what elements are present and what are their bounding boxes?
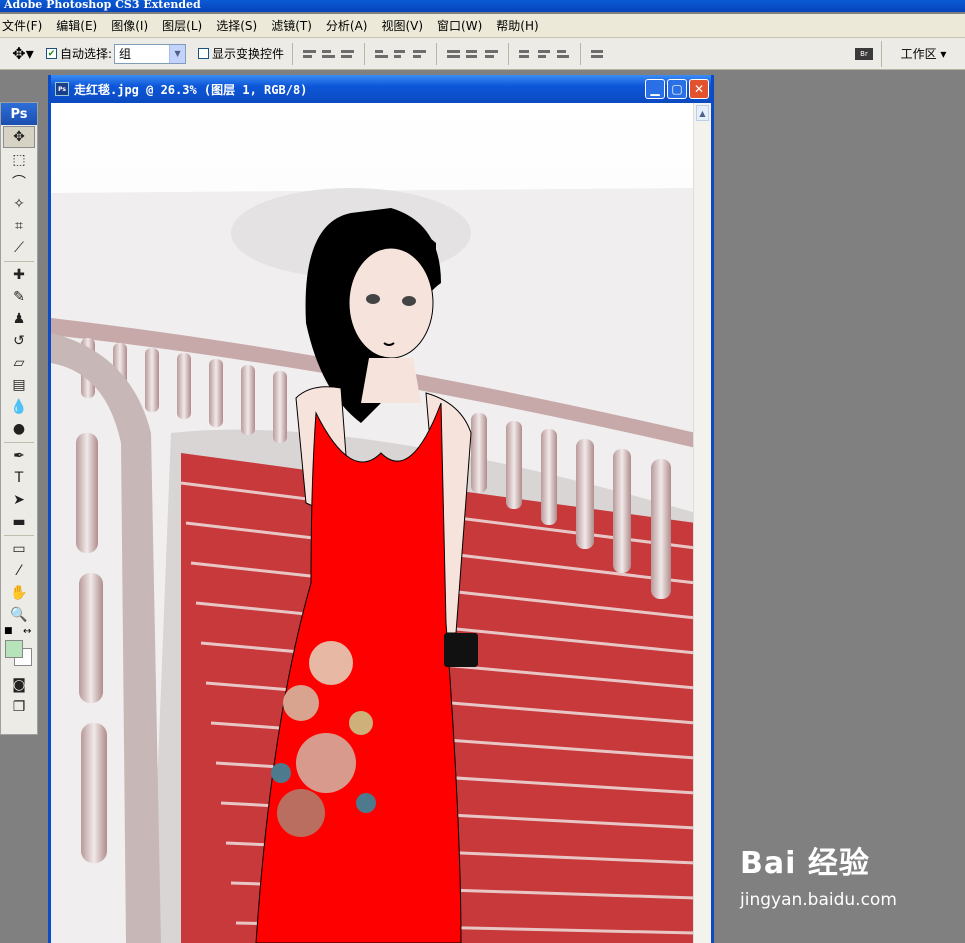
document-canvas[interactable] xyxy=(51,103,696,943)
show-transform-checkbox[interactable] xyxy=(198,48,210,59)
watermark-logo: Bai 经验 xyxy=(740,846,870,881)
baidu-watermark: Bai 经验 jingyan.baidu.com xyxy=(740,838,930,928)
separator xyxy=(4,261,34,262)
gradient-tool-icon[interactable]: ▤ xyxy=(1,374,37,396)
separator xyxy=(508,42,510,65)
menu-file[interactable]: 文件(F) xyxy=(0,17,49,34)
auto-select-label: 自动选择: xyxy=(60,47,113,61)
show-transform-label: 显示变换控件 xyxy=(212,47,285,61)
align-group-2 xyxy=(375,47,427,61)
eraser-tool-icon[interactable]: ▱ xyxy=(1,352,37,374)
eyedropper-tool-icon[interactable]: ⁄ xyxy=(1,560,37,582)
workspace-label: 工作区 xyxy=(900,47,937,61)
close-button[interactable]: ✕ xyxy=(689,79,709,99)
type-tool-icon[interactable]: T xyxy=(1,467,37,489)
notes-tool-icon[interactable]: ▭ xyxy=(1,538,37,560)
tools-panel: Ps ✥ ⬚ ⌒ ✧ ⌗ ⟋ ✚ ✎ ♟ ↺ ▱ ▤ 💧 ● ✒ T ➤ ▬ ▭… xyxy=(0,102,38,735)
auto-select-value: 组 xyxy=(119,47,132,61)
separator xyxy=(580,42,582,65)
blur-tool-icon[interactable]: 💧 xyxy=(1,396,37,418)
color-swatches: ■ ↔ xyxy=(1,626,37,674)
distribute-bottom-icon[interactable] xyxy=(485,47,499,61)
watermark-url: jingyan.baidu.com xyxy=(740,890,897,910)
chevron-down-icon: ▼ xyxy=(169,44,186,63)
document-title: 走红毯.jpg @ 26.3% (图层 1, RGB/8) xyxy=(74,82,308,97)
distribute-hcenter-icon[interactable] xyxy=(538,47,551,61)
zoom-tool-icon[interactable]: 🔍 xyxy=(1,604,37,626)
move-tool-icon[interactable]: ✥ xyxy=(3,126,35,148)
window-controls: ▁ ▢ ✕ xyxy=(645,79,711,99)
auto-align-layers-icon[interactable] xyxy=(591,47,604,61)
canvas-artwork xyxy=(51,103,696,943)
menu-select[interactable]: 选择(S) xyxy=(209,17,264,34)
menu-view[interactable]: 视图(V) xyxy=(374,17,430,34)
distribute-vcenter-icon[interactable] xyxy=(466,47,479,61)
bridge-icon: Br xyxy=(855,47,873,60)
clone-stamp-tool-icon[interactable]: ♟ xyxy=(1,308,37,330)
menu-window[interactable]: 窗口(W) xyxy=(430,17,489,34)
default-colors-icon[interactable]: ■ xyxy=(4,626,13,636)
menu-analysis[interactable]: 分析(A) xyxy=(319,17,375,34)
workspace-button[interactable]: 工作区 ▾ xyxy=(881,40,965,67)
shape-tool-icon[interactable]: ▬ xyxy=(1,511,37,533)
auto-select-checkbox[interactable]: ✔ xyxy=(46,48,57,59)
vertical-scrollbar[interactable]: ▲ xyxy=(693,103,711,943)
ps-logo: Ps xyxy=(1,103,37,125)
separator xyxy=(4,442,34,443)
auto-select-dropdown[interactable]: 组 ▼ xyxy=(114,43,187,64)
distribute-group xyxy=(447,47,499,61)
crop-tool-icon[interactable]: ⌗ xyxy=(1,215,37,237)
align-top-icon[interactable] xyxy=(303,47,317,61)
separator xyxy=(292,42,294,65)
hand-tool-icon[interactable]: ✋ xyxy=(1,582,37,604)
align-vcenter-icon[interactable] xyxy=(322,47,336,61)
menu-layer[interactable]: 图层(L) xyxy=(155,17,209,34)
clutch-bag xyxy=(444,633,478,667)
scroll-up-icon[interactable]: ▲ xyxy=(696,105,709,121)
pen-tool-icon[interactable]: ✒ xyxy=(1,445,37,467)
app-title-bar: Adobe Photoshop CS3 Extended xyxy=(0,0,965,12)
maximize-button[interactable]: ▢ xyxy=(667,79,687,99)
minimize-button[interactable]: ▁ xyxy=(645,79,665,99)
menu-edit[interactable]: 编辑(E) xyxy=(49,17,104,34)
slice-tool-icon[interactable]: ⟋ xyxy=(1,237,37,259)
chevron-down-icon: ▾ xyxy=(936,46,947,61)
menu-filter[interactable]: 滤镜(T) xyxy=(264,17,319,34)
quick-mask-icon[interactable]: ◙ xyxy=(1,674,37,696)
separator xyxy=(364,42,366,65)
history-brush-tool-icon[interactable]: ↺ xyxy=(1,330,37,352)
menu-image[interactable]: 图像(I) xyxy=(104,17,155,34)
auto-align-group xyxy=(591,47,604,61)
menu-help[interactable]: 帮助(H) xyxy=(489,17,545,34)
align-right-icon[interactable] xyxy=(413,47,427,61)
align-bottom-icon[interactable] xyxy=(341,47,355,61)
document-window: Ps 走红毯.jpg @ 26.3% (图层 1, RGB/8) ▁ ▢ ✕ ▲ xyxy=(48,75,714,943)
separator xyxy=(436,42,438,65)
app-title: Adobe Photoshop CS3 Extended xyxy=(4,0,201,11)
ps-file-icon: Ps xyxy=(55,82,69,96)
move-tool-preset-icon[interactable]: ✥▾ xyxy=(0,40,46,68)
foreground-color-swatch[interactable] xyxy=(5,640,23,658)
marquee-tool-icon[interactable]: ⬚ xyxy=(1,149,37,171)
distribute-group-2 xyxy=(519,47,570,61)
screen-mode-icon[interactable]: ❐ xyxy=(1,696,37,718)
brush-tool-icon[interactable]: ✎ xyxy=(1,286,37,308)
swap-colors-icon[interactable]: ↔ xyxy=(23,626,31,637)
path-selection-tool-icon[interactable]: ➤ xyxy=(1,489,37,511)
align-group xyxy=(303,47,355,61)
separator xyxy=(4,535,34,536)
document-title-bar[interactable]: Ps 走红毯.jpg @ 26.3% (图层 1, RGB/8) ▁ ▢ ✕ xyxy=(51,75,711,103)
magic-wand-tool-icon[interactable]: ✧ xyxy=(1,193,37,215)
lasso-tool-icon[interactable]: ⌒ xyxy=(1,171,37,193)
options-bar: ✥▾ ✔ 自动选择: 组 ▼ 显示变换控件 Br 工作区 ▾ xyxy=(0,38,965,70)
distribute-right-icon[interactable] xyxy=(557,47,570,61)
bridge-button[interactable]: Br xyxy=(847,42,881,66)
dodge-tool-icon[interactable]: ● xyxy=(1,418,37,440)
align-hcenter-icon[interactable] xyxy=(394,47,407,61)
menu-bar: 文件(F) 编辑(E) 图像(I) 图层(L) 选择(S) 滤镜(T) 分析(A… xyxy=(0,14,965,38)
distribute-left-icon[interactable] xyxy=(519,47,532,61)
align-left-icon[interactable] xyxy=(375,47,389,61)
distribute-top-icon[interactable] xyxy=(447,47,461,61)
healing-brush-tool-icon[interactable]: ✚ xyxy=(1,264,37,286)
